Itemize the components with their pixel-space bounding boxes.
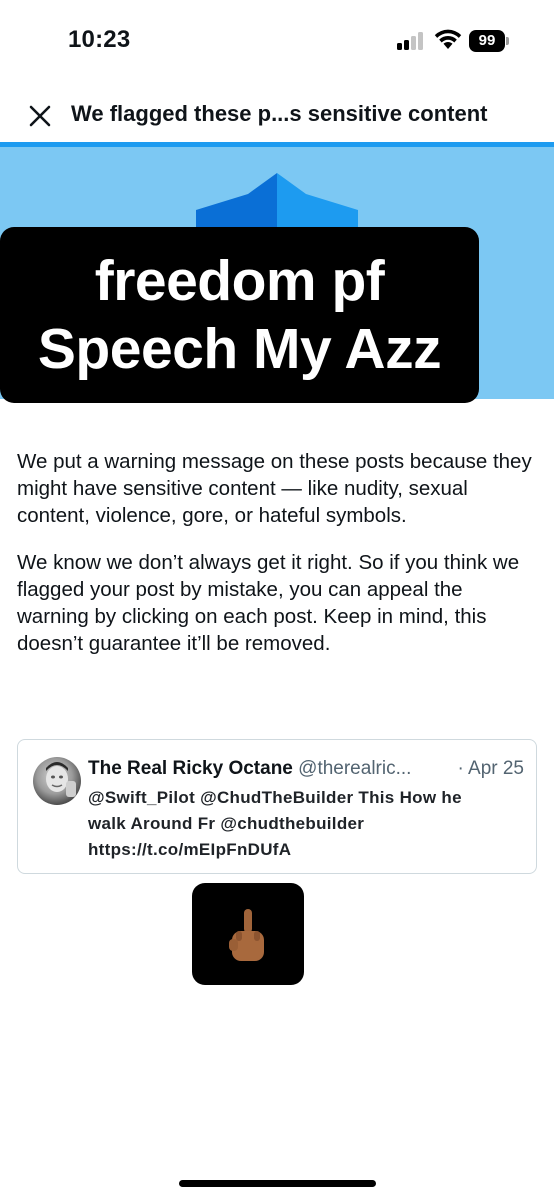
meme-caption-box: freedom pf Speech My Azz	[0, 227, 479, 403]
post-text-line-1: @Swift_Pilot @ChudTheBuilder This How he	[88, 788, 462, 807]
post-date-wrap: · Apr 25	[457, 758, 524, 780]
wifi-icon	[434, 29, 462, 49]
status-time: 10:23	[68, 26, 131, 53]
cellular-signal-icon	[397, 32, 425, 50]
header: We flagged these p...s sensitive content	[0, 88, 554, 144]
meme-caption-line-2: Speech My Azz	[37, 317, 442, 381]
close-icon[interactable]	[24, 100, 56, 132]
battery-cap	[506, 37, 509, 45]
explanation-text: We put a warning message on these posts …	[17, 448, 537, 677]
post-header: The Real Ricky Octane @therealric... · A…	[88, 758, 528, 780]
meme-caption-line-1: freedom pf	[94, 249, 385, 313]
post-author-handle[interactable]: @therealric...	[298, 758, 411, 779]
avatar[interactable]	[33, 757, 81, 805]
home-indicator[interactable]	[179, 1180, 376, 1187]
post-separator: ·	[457, 758, 464, 779]
middle-finger-emoji-icon	[229, 909, 264, 961]
battery-icon: 99	[469, 30, 505, 52]
page-title: We flagged these p...s sensitive content	[71, 101, 488, 126]
post-text-line-2: walk Around Fr @chudthebuilder	[88, 814, 365, 833]
status-bar: 10:23 99	[0, 0, 554, 80]
post-date: Apr 25	[468, 758, 524, 779]
post-text: @Swift_Pilot @ChudTheBuilder This How he…	[88, 785, 518, 863]
explanation-paragraph-1: We put a warning message on these posts …	[17, 450, 532, 527]
post-author-name[interactable]: The Real Ricky Octane	[88, 758, 293, 779]
post-link[interactable]: https://t.co/mEIpFnDUfA	[88, 837, 518, 863]
avatar-photo	[46, 762, 76, 797]
post-media-thumbnail[interactable]	[192, 883, 304, 985]
flagged-post-card[interactable]: The Real Ricky Octane @therealric... · A…	[17, 739, 537, 874]
explanation-paragraph-2: We know we don’t always get it right. So…	[17, 551, 520, 655]
